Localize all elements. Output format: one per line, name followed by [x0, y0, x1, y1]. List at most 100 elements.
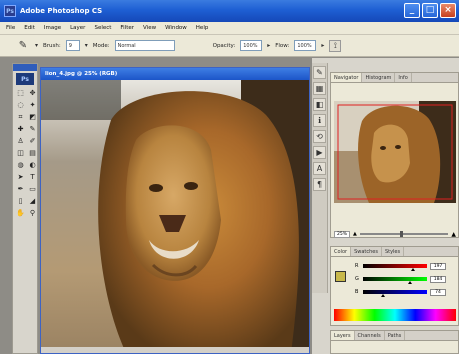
lion-photo — [41, 80, 309, 353]
marquee-icon[interactable]: ⬚ — [15, 88, 26, 99]
type-icon[interactable]: T — [27, 172, 38, 183]
pen-icon[interactable]: ✒ — [15, 184, 26, 195]
zoom-level-input[interactable]: 25% — [334, 230, 351, 238]
flow-input[interactable]: 100% — [294, 40, 317, 51]
tab-layers[interactable]: Layers — [331, 331, 355, 340]
magic-wand-icon[interactable]: ✦ — [27, 100, 38, 111]
toolbox-header[interactable] — [13, 64, 37, 71]
eyedropper-icon[interactable]: ◢ — [27, 196, 38, 207]
color-spectrum-bar[interactable] — [334, 309, 456, 321]
slider-thumb[interactable] — [407, 281, 412, 284]
history-brush-icon[interactable]: ✐ — [27, 136, 38, 147]
navigator-thumbnail[interactable] — [334, 101, 456, 203]
title-bar: Ps Adobe Photoshop CS _ □ × — [0, 0, 459, 22]
brush-tool-icon[interactable]: ✎ — [16, 39, 30, 53]
options-bar: ✎ ▾ Brush: 9 ▾ Mode: Normal Opacity: 100… — [0, 35, 459, 57]
hand-icon[interactable]: ✋ — [15, 208, 26, 219]
menu-edit[interactable]: Edit — [24, 25, 35, 31]
brushes-icon[interactable]: ✎ — [313, 66, 326, 79]
character-icon[interactable]: A — [313, 162, 326, 175]
close-button[interactable]: × — [440, 3, 456, 18]
slider-value-input[interactable]: 74 — [430, 288, 446, 296]
opacity-input[interactable]: 100% — [240, 40, 263, 51]
info-icon[interactable]: ℹ — [313, 114, 326, 127]
menu-file[interactable]: File — [6, 25, 15, 31]
lasso-icon[interactable]: ◌ — [15, 100, 26, 111]
tab-navigator[interactable]: Navigator — [331, 73, 363, 82]
document-window: lion_4.jpg @ 25% (RGB) — [40, 67, 310, 354]
move-icon[interactable]: ✥ — [27, 88, 38, 99]
actions-icon[interactable]: ▶ — [313, 146, 326, 159]
brush-picker-chevron-icon[interactable]: ▾ — [85, 42, 88, 49]
history-icon[interactable]: ⟲ — [313, 130, 326, 143]
navigator-panel: Navigator Histogram Info 25% ▲ ▲ — [330, 72, 459, 238]
navigator-zoom-controls: 25% ▲ ▲ — [334, 230, 456, 238]
navigator-tabs: Navigator Histogram Info — [331, 73, 458, 83]
dodge-icon[interactable]: ◐ — [27, 160, 38, 171]
tab-info[interactable]: Info — [395, 73, 412, 82]
menu-help[interactable]: Help — [196, 25, 209, 31]
menu-filter[interactable]: Filter — [120, 25, 134, 31]
brush-size-picker[interactable]: 9 — [65, 40, 80, 51]
document-status-bar — [41, 347, 309, 353]
notes-icon[interactable]: ▯ — [15, 196, 26, 207]
document-title[interactable]: lion_4.jpg @ 25% (RGB) — [41, 68, 309, 80]
zoom-in-icon[interactable]: ▲ — [451, 231, 456, 238]
slider-letter: G — [355, 276, 359, 282]
blur-icon[interactable]: ◍ — [15, 160, 26, 171]
menu-select[interactable]: Select — [94, 25, 111, 31]
airbrush-toggle-icon[interactable]: ⟟ — [329, 39, 342, 52]
tab-histogram[interactable]: Histogram — [362, 73, 396, 82]
healing-brush-icon[interactable]: ✚ — [15, 124, 26, 135]
maximize-button[interactable]: □ — [422, 3, 438, 18]
opacity-chevron-icon[interactable]: ▸ — [267, 42, 270, 49]
slider-thumb[interactable] — [380, 294, 385, 297]
color-panel: Color Swatches Styles R 197 G 184 B 74 — [330, 246, 459, 326]
brush-label: Brush: — [43, 42, 61, 49]
chevron-down-icon[interactable]: ▾ — [35, 42, 38, 49]
tab-swatches[interactable]: Swatches — [351, 247, 382, 256]
eraser-icon[interactable]: ◫ — [15, 148, 26, 159]
zoom-slider-thumb[interactable] — [399, 231, 403, 237]
foreground-color-swatch[interactable] — [335, 271, 346, 282]
flow-chevron-icon[interactable]: ▸ — [321, 42, 324, 49]
slider-value-input[interactable]: 197 — [430, 262, 446, 270]
layer-comps-icon[interactable]: ◧ — [313, 98, 326, 111]
slider-track[interactable] — [363, 277, 427, 284]
slider-thumb[interactable] — [410, 268, 415, 271]
brush-icon[interactable]: ✎ — [27, 124, 38, 135]
shape-icon[interactable]: ▭ — [27, 184, 38, 195]
tab-styles[interactable]: Styles — [382, 247, 405, 256]
clone-stamp-icon[interactable]: ♙ — [15, 136, 26, 147]
window-title: Adobe Photoshop CS — [20, 7, 103, 15]
slice-icon[interactable]: ◩ — [27, 112, 38, 123]
zoom-out-icon[interactable]: ▲ — [353, 231, 357, 237]
mode-select[interactable]: Normal — [114, 40, 175, 51]
minimize-button[interactable]: _ — [404, 3, 420, 18]
menu-view[interactable]: View — [143, 25, 156, 31]
slider-track[interactable] — [363, 290, 427, 297]
tab-color[interactable]: Color — [331, 247, 352, 256]
zoom-icon[interactable]: ⚲ — [27, 208, 38, 219]
tool-presets-icon[interactable]: ▦ — [313, 82, 326, 95]
photoshop-logo[interactable]: Ps — [16, 73, 34, 85]
document-canvas[interactable] — [41, 80, 309, 353]
menu-image[interactable]: Image — [44, 25, 61, 31]
gradient-icon[interactable]: ▤ — [27, 148, 38, 159]
slider-letter: R — [355, 263, 359, 269]
slider-track[interactable] — [363, 264, 427, 271]
menu-layer[interactable]: Layer — [70, 25, 85, 31]
crop-icon[interactable]: ⌗ — [15, 112, 26, 123]
slider-value-input[interactable]: 184 — [430, 275, 446, 283]
color-slider-r: R 197 — [355, 261, 453, 271]
window-controls: _ □ × — [404, 3, 456, 18]
tab-channels[interactable]: Channels — [355, 331, 385, 340]
path-selection-icon[interactable]: ➤ — [15, 172, 26, 183]
menu-window[interactable]: Window — [165, 25, 187, 31]
zoom-slider[interactable] — [359, 231, 449, 237]
layers-panel: Layers Channels Paths — [330, 330, 459, 354]
photoshop-app-icon: Ps — [4, 5, 16, 17]
paragraph-icon[interactable]: ¶ — [313, 178, 326, 191]
opacity-label: Opacity: — [212, 42, 236, 49]
tab-paths[interactable]: Paths — [385, 331, 406, 340]
